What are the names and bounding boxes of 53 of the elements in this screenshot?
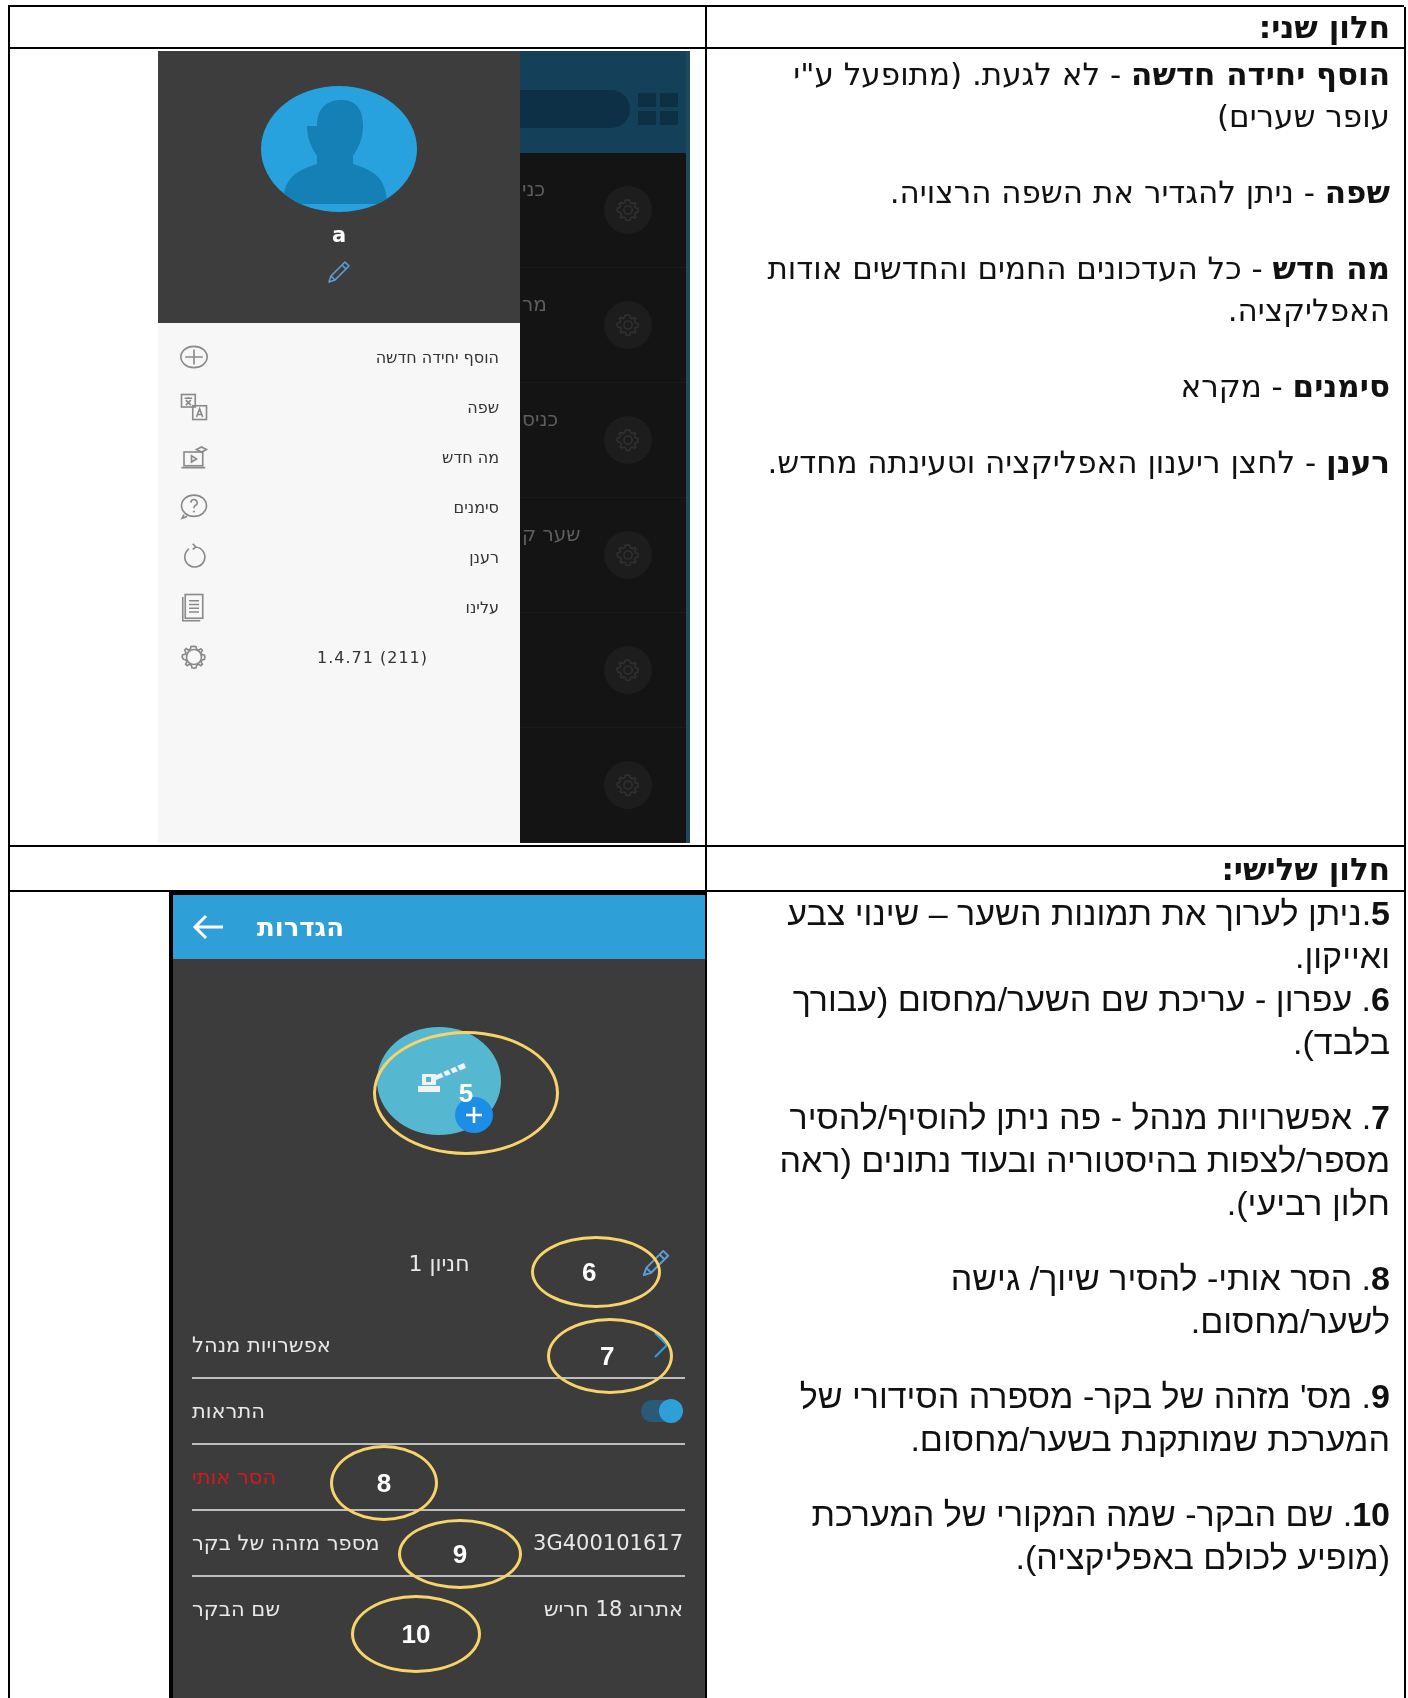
callout-number: 8 <box>330 1445 438 1521</box>
avatar-silhouette-icon <box>261 86 417 212</box>
chevron-right-icon <box>653 1331 669 1359</box>
callout-number: 9 <box>398 1519 522 1589</box>
version-label: 1.4.71 (211) <box>316 647 429 667</box>
menu-item[interactable]: שפה <box>158 382 520 432</box>
note-paragraph: הוסף יחידה חדשה - לא לגעת. (מתופעל ע"י עופר שערים) <box>792 55 1390 136</box>
gear-icon <box>603 185 653 235</box>
menu-label: מה חדש <box>441 447 500 467</box>
row-label: מספר מזהה של בקר <box>192 1531 380 1555</box>
item-label: כניס <box>521 407 560 431</box>
row-label: שם הבקר <box>192 1597 281 1621</box>
pencil-icon <box>325 258 353 286</box>
gear-icon <box>603 300 653 350</box>
screen-title: הגדרות <box>257 912 345 942</box>
gear-icon <box>603 760 653 810</box>
gear-icon <box>603 530 653 580</box>
section-heading: חלון שלישי: <box>1221 850 1390 887</box>
gear-icon <box>603 415 653 465</box>
back-arrow-icon <box>191 913 225 941</box>
note-paragraph: סימנים - מקרא <box>1179 367 1390 406</box>
item-label: שער ק <box>521 522 582 546</box>
item-label: מר <box>521 292 548 316</box>
menu-item[interactable]: סימנים <box>158 482 520 532</box>
plus-icon <box>464 1105 484 1125</box>
question-bubble-icon <box>179 492 209 522</box>
gate-name: חניון 1 <box>408 1250 470 1276</box>
note-paragraph: רענן - לחצן ריענון האפליקציה וטעינתה מחדש. <box>766 443 1390 482</box>
menu-item[interactable]: הוסף יחידה חדשה <box>158 332 520 382</box>
row-value: אתרוג 18 חריש <box>543 1597 683 1621</box>
menu-label: עלינו <box>464 597 500 617</box>
menu-label: רענן <box>468 547 500 567</box>
item-label: כני <box>521 177 547 201</box>
callout-number: 6 <box>531 1236 661 1308</box>
row-label: התראות <box>192 1399 265 1423</box>
callout-number: 7 <box>547 1318 673 1394</box>
row-value: 3G400101617 <box>533 1531 683 1555</box>
callout-number: 10 <box>351 1595 481 1673</box>
menu-label: סימנים <box>452 497 500 517</box>
menu-item[interactable]: מה חדש <box>158 432 520 482</box>
settings-link[interactable]: אפשרויות מנהל <box>192 1333 331 1357</box>
toggle-switch[interactable] <box>641 1400 681 1422</box>
note-paragraph: מה חדש - כל העדכונים החמים והחדשים אודות האפליקציה. <box>766 249 1390 330</box>
section-heading: חלון שני: <box>1258 9 1390 45</box>
menu-label: הוסף יחידה חדשה <box>374 347 500 367</box>
gear-icon <box>603 645 653 695</box>
menu-label: שפה <box>466 397 500 417</box>
profile-name: a <box>331 222 347 248</box>
callout-number: 5 <box>373 1031 559 1155</box>
menu-item[interactable]: עלינו <box>158 582 520 632</box>
note-paragraph: שפה - ניתן להגדיר את השפה הרצויה. <box>888 173 1390 212</box>
translate-icon <box>179 392 209 422</box>
menu-item[interactable]: רענן <box>158 532 520 582</box>
